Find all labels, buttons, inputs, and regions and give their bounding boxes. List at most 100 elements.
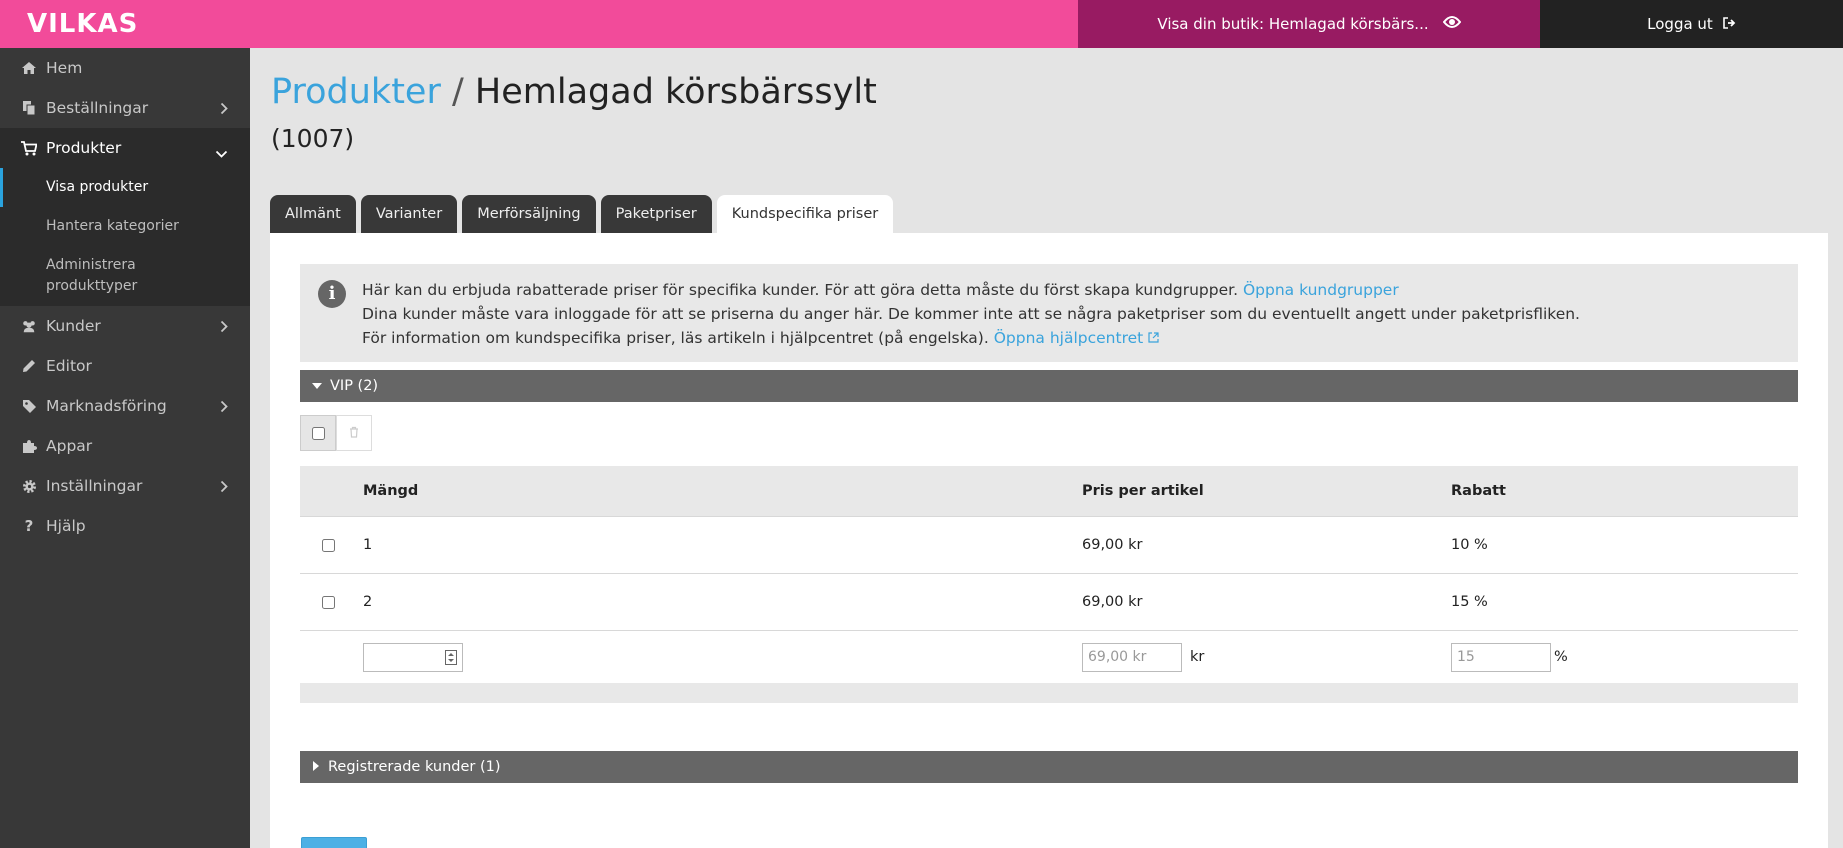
- info-text: För information om kundspecifika priser,…: [362, 329, 989, 347]
- home-icon: [21, 60, 37, 76]
- view-shop-link[interactable]: Visa din butik: Hemlagad körsbärs...: [1078, 0, 1540, 48]
- trash-icon: [349, 424, 359, 442]
- col-header-discount: Rabatt: [1451, 483, 1506, 499]
- users-icon: [21, 318, 37, 334]
- sidebar-item-label: Marknadsföring: [46, 397, 167, 415]
- sidebar-item-installningar[interactable]: Inställningar: [0, 466, 250, 506]
- logout-button[interactable]: Logga ut: [1540, 0, 1843, 48]
- sidebar-item-label: Hem: [46, 59, 83, 77]
- group-registered-header[interactable]: Registrerade kunder (1): [300, 751, 1798, 783]
- row-checkbox[interactable]: [322, 538, 335, 552]
- tab-panel: i Här kan du erbjuda rabatterade priser …: [270, 233, 1828, 848]
- table-row: 2 69,00 kr 15 %: [300, 574, 1798, 631]
- tag-icon: [21, 398, 37, 414]
- open-help-center-link[interactable]: Öppna hjälpcentret: [994, 329, 1159, 347]
- vilkas-logo[interactable]: VILKAS: [27, 9, 138, 39]
- sidebar-subitem-administrera-produkttyper[interactable]: Administrera produkttyper: [0, 246, 200, 306]
- cell-discount: 15 %: [1451, 594, 1488, 610]
- top-bar: VILKAS Visa din butik: Hemlagad körsbärs…: [0, 0, 1843, 48]
- chevron-right-icon: [220, 399, 228, 417]
- info-line-1: Här kan du erbjuda rabatterade priser fö…: [362, 278, 1798, 302]
- cell-price: 69,00 kr: [1082, 594, 1143, 610]
- question-icon: ?: [24, 517, 34, 535]
- help-link-label: Öppna hjälpcentret: [993, 329, 1144, 347]
- info-line-2: Dina kunder måste vara inloggade för att…: [362, 305, 1580, 323]
- stepper-icon[interactable]: [445, 649, 457, 669]
- qty-stepper[interactable]: [363, 642, 463, 672]
- cell-discount: 10 %: [1451, 537, 1488, 553]
- info-box: i Här kan du erbjuda rabatterade priser …: [300, 264, 1798, 362]
- gear-icon: [21, 478, 37, 494]
- price-table: Mängd Pris per artikel Rabatt 1 69,00 kr…: [300, 466, 1798, 703]
- chevron-right-icon: [220, 479, 228, 497]
- table-footer-strip: [300, 683, 1798, 703]
- sign-out-icon: [1723, 15, 1736, 33]
- sidebar-item-appar[interactable]: Appar: [0, 426, 250, 466]
- caret-down-icon: [312, 378, 322, 394]
- breadcrumb-produkter[interactable]: Produkter: [271, 72, 441, 112]
- row-toolbar: [300, 415, 372, 451]
- puzzle-icon: [21, 438, 37, 454]
- tab-kundspecifika-priser[interactable]: Kundspecifika priser: [716, 195, 894, 233]
- discount-unit: %: [1554, 649, 1568, 665]
- orders-icon: [21, 100, 37, 116]
- sidebar-item-produkter[interactable]: Produkter: [0, 128, 250, 168]
- chevron-right-icon: [220, 101, 228, 119]
- save-button[interactable]: Spara: [301, 837, 367, 848]
- products-subnav: Visa produkter Hantera kategorier Admini…: [0, 168, 250, 306]
- chevron-right-icon: [220, 319, 228, 337]
- price-input[interactable]: 69,00 kr: [1082, 642, 1182, 672]
- tab-paketpriser[interactable]: Paketpriser: [600, 195, 712, 233]
- tab-varianter[interactable]: Varianter: [360, 195, 458, 233]
- discount-input[interactable]: 15: [1451, 642, 1551, 672]
- group-vip-header[interactable]: VIP (2): [300, 370, 1798, 402]
- sidebar-subitem-visa-produkter[interactable]: Visa produkter: [0, 168, 250, 207]
- main-content: Produkter / Hemlagad körsbärssylt (1007)…: [250, 48, 1843, 848]
- delete-button[interactable]: [336, 415, 372, 451]
- sidebar-item-marknadsforing[interactable]: Marknadsföring: [0, 386, 250, 426]
- sidebar-item-label: Editor: [46, 357, 92, 375]
- cart-icon: [21, 140, 37, 156]
- external-link-icon: [1148, 329, 1159, 347]
- table-header: Mängd Pris per artikel Rabatt: [300, 466, 1798, 517]
- sidebar-subitem-hantera-kategorier[interactable]: Hantera kategorier: [0, 207, 250, 246]
- sidebar-item-bestallningar[interactable]: Beställningar: [0, 88, 250, 128]
- info-icon: i: [318, 280, 346, 308]
- sidebar-item-editor[interactable]: Editor: [0, 346, 250, 386]
- sidebar-item-label: Appar: [46, 437, 93, 455]
- sidebar-item-hem[interactable]: Hem: [0, 48, 250, 88]
- info-text: Här kan du erbjuda rabatterade priser fö…: [362, 281, 1239, 299]
- col-header-qty: Mängd: [363, 483, 419, 499]
- sidebar-item-kunder[interactable]: Kunder: [0, 306, 250, 346]
- sidebar: Hem Beställningar Produkter Visa produkt…: [0, 48, 250, 848]
- price-unit: kr: [1190, 649, 1205, 665]
- pencil-icon: [21, 358, 37, 374]
- sidebar-item-hjalp[interactable]: ? Hjälp: [0, 506, 250, 546]
- select-all-checkbox-wrap[interactable]: [300, 415, 336, 451]
- tab-allmant[interactable]: Allmänt: [270, 195, 356, 233]
- select-all-checkbox[interactable]: [311, 426, 325, 440]
- caret-right-icon: [312, 759, 320, 775]
- product-id: (1007): [271, 124, 355, 153]
- tab-merforsaljning[interactable]: Merförsäljning: [462, 195, 596, 233]
- cell-price: 69,00 kr: [1082, 537, 1143, 553]
- sidebar-item-label: Beställningar: [46, 99, 149, 117]
- logout-label: Logga ut: [1647, 15, 1713, 33]
- cell-qty: 2: [363, 594, 373, 610]
- group-label: VIP (2): [330, 378, 379, 394]
- product-tabs: Allmänt Varianter Merförsäljning Paketpr…: [270, 195, 894, 233]
- group-label: Registrerade kunder (1): [328, 759, 501, 775]
- row-checkbox[interactable]: [322, 595, 335, 609]
- new-price-row: 69,00 kr kr 15 %: [300, 631, 1798, 683]
- breadcrumb-separator: /: [451, 72, 464, 112]
- chevron-down-icon: [215, 144, 228, 162]
- sidebar-item-label: Produkter: [46, 139, 122, 157]
- sidebar-item-label: Kunder: [46, 317, 101, 335]
- eye-icon: [1442, 15, 1461, 33]
- page-title: Produkter / Hemlagad körsbärssylt: [271, 72, 877, 112]
- info-line-3: För information om kundspecifika priser,…: [362, 326, 1798, 350]
- cell-qty: 1: [363, 537, 373, 553]
- open-customer-groups-link[interactable]: Öppna kundgrupper: [1243, 281, 1399, 299]
- view-shop-label: Visa din butik: Hemlagad körsbärs...: [1157, 15, 1429, 33]
- product-title: Hemlagad körsbärssylt: [474, 72, 877, 112]
